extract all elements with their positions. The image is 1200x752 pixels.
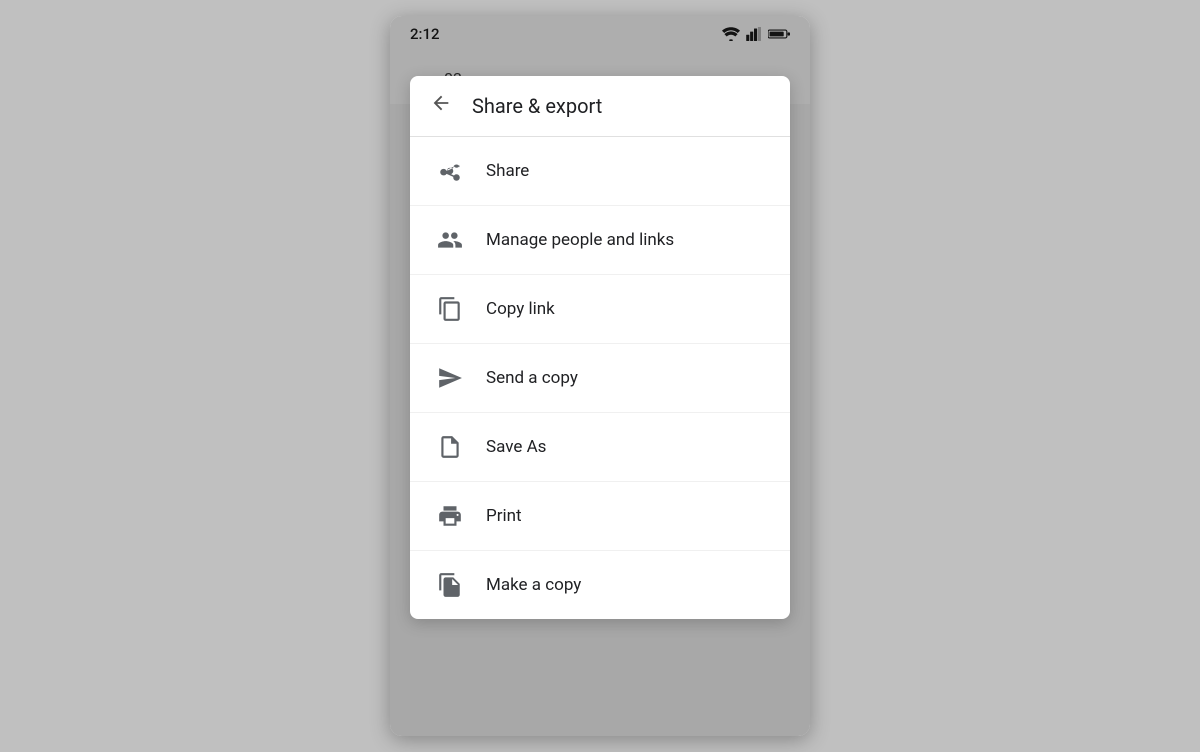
make-copy-label: Make a copy (486, 575, 581, 595)
menu-item-share[interactable]: Share (410, 137, 790, 206)
save-as-label: Save As (486, 437, 546, 457)
menu-item-manage-people[interactable]: Manage people and links (410, 206, 790, 275)
menu-item-make-copy[interactable]: Make a copy (410, 551, 790, 619)
phone-container: 2:12 ← 03- I don't (390, 16, 810, 736)
send-copy-label: Send a copy (486, 368, 578, 388)
menu-title: Share & export (472, 94, 602, 118)
manage-people-label: Manage people and links (486, 230, 674, 250)
menu-item-send-copy[interactable]: Send a copy (410, 344, 790, 413)
make-copy-icon (430, 565, 470, 605)
save-as-icon (430, 427, 470, 467)
print-label: Print (486, 506, 522, 526)
share-icon (430, 151, 470, 191)
copy-link-icon (430, 289, 470, 329)
menu-item-save-as[interactable]: Save As (410, 413, 790, 482)
menu-panel: Share & export Share Manage people and l… (410, 76, 790, 619)
send-copy-icon (430, 358, 470, 398)
print-icon (430, 496, 470, 536)
menu-back-button[interactable] (430, 92, 452, 120)
share-label: Share (486, 161, 529, 181)
menu-item-print[interactable]: Print (410, 482, 790, 551)
copy-link-label: Copy link (486, 299, 555, 319)
menu-header: Share & export (410, 76, 790, 137)
menu-item-copy-link[interactable]: Copy link (410, 275, 790, 344)
manage-people-icon (430, 220, 470, 260)
